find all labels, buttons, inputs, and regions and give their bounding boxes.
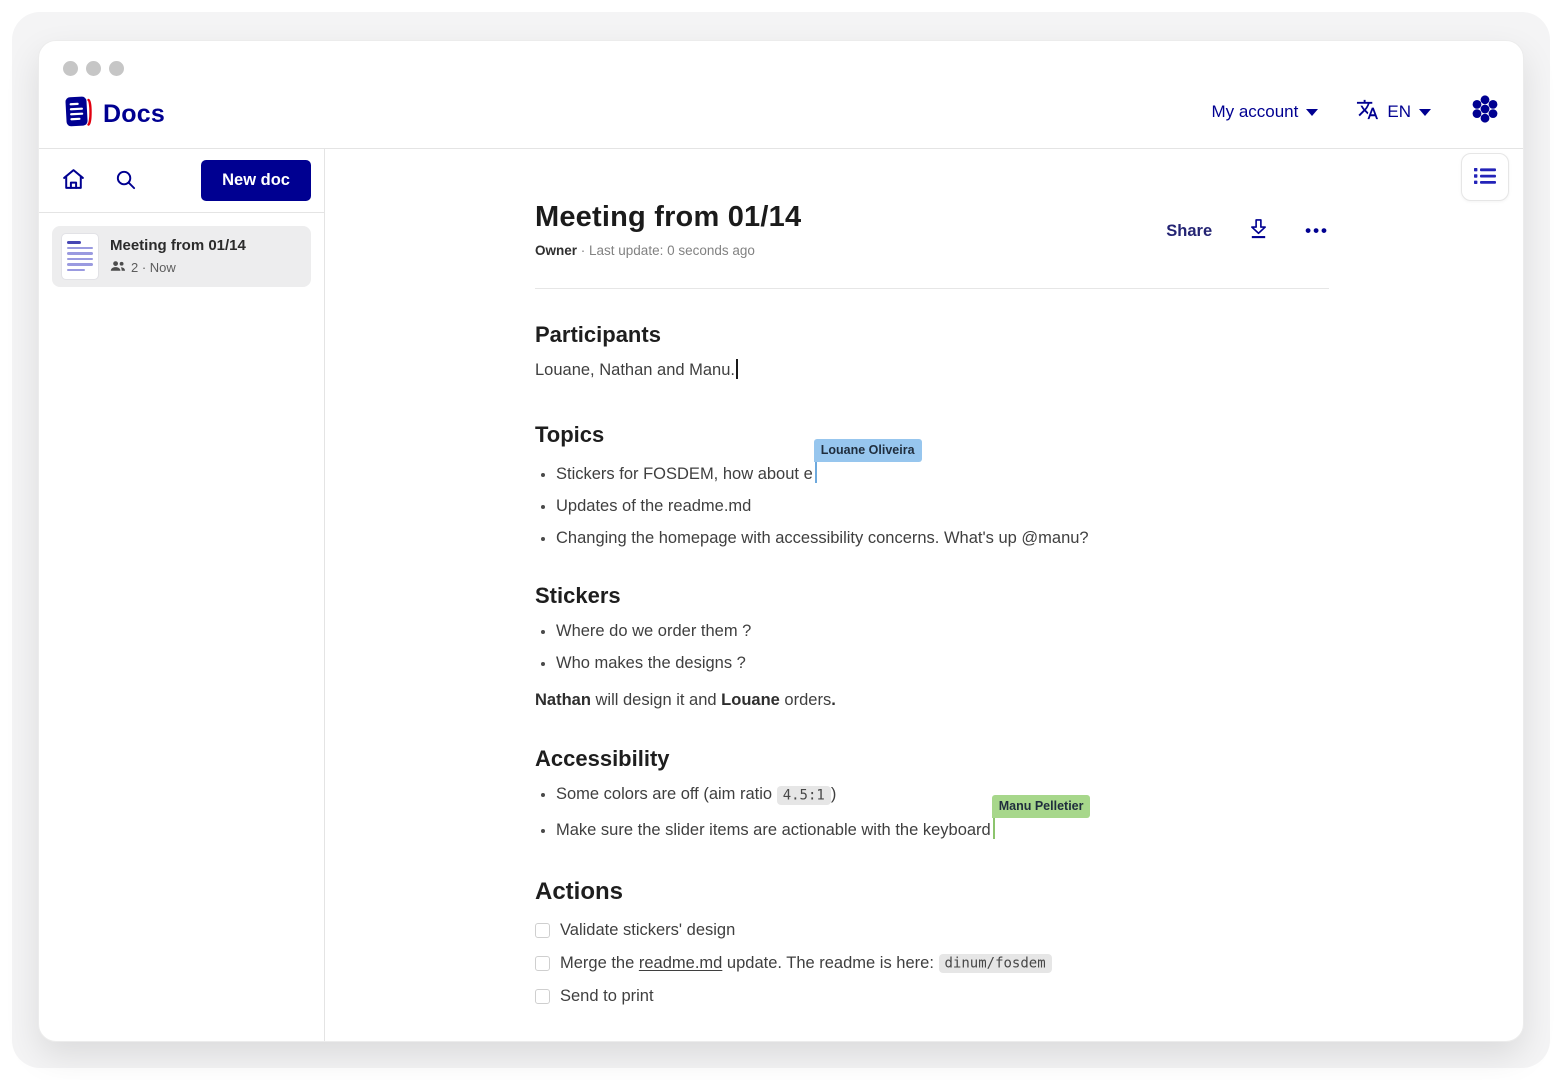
topics-list: Stickers for FOSDEM, how about eLouane O… — [535, 459, 1329, 551]
app-header: Docs My account EN — [39, 41, 1523, 149]
download-button[interactable] — [1248, 217, 1269, 245]
chevron-down-icon — [1306, 109, 1318, 116]
participants-text[interactable]: Louane, Nathan and Manu. — [535, 359, 1329, 383]
section-heading-next-meeting[interactable]: Next meeting — [535, 1040, 1329, 1042]
docs-logo-icon — [63, 95, 94, 134]
chevron-down-icon — [1419, 109, 1431, 116]
readme-link[interactable]: readme.md — [639, 954, 722, 972]
window-maximize-button[interactable] — [109, 61, 124, 76]
home-button[interactable] — [61, 167, 86, 195]
stickers-bullet-1[interactable]: Where do we order them ? — [556, 620, 1329, 644]
section-heading-stickers[interactable]: Stickers — [535, 580, 1329, 612]
collab-cursor-label: Louane Oliveira — [814, 439, 922, 462]
checkbox-unchecked[interactable] — [535, 989, 550, 1004]
app-body: New doc Meeting from 01/14 — [39, 149, 1523, 1042]
new-doc-button[interactable]: New doc — [201, 160, 311, 201]
translate-icon — [1356, 98, 1379, 126]
app-window: Docs My account EN — [38, 40, 1524, 1042]
inline-code: dinum/fosdem — [939, 954, 1052, 973]
collab-cursor-louane: Louane Oliveira — [815, 459, 817, 483]
section-heading-participants[interactable]: Participants — [535, 319, 1329, 351]
stickers-bullet-2[interactable]: Who makes the designs ? — [556, 652, 1329, 676]
document-list-item[interactable]: Meeting from 01/14 — [52, 226, 311, 287]
topics-bullet-3[interactable]: Changing the homepage with accessibility… — [556, 527, 1329, 551]
document-actions: Share ••• — [1166, 217, 1329, 245]
todo-item[interactable]: Merge the readme.md update. The readme i… — [535, 952, 1329, 976]
checkbox-unchecked[interactable] — [535, 956, 550, 971]
download-icon — [1248, 227, 1269, 244]
header-divider — [535, 288, 1329, 289]
header-right: My account EN — [1211, 93, 1501, 130]
document-editor[interactable]: Participants Louane, Nathan and Manu. To… — [535, 319, 1329, 1042]
owner-badge: Owner — [535, 243, 577, 258]
backdrop-surface: Docs My account EN — [12, 12, 1550, 1068]
list-icon — [1473, 165, 1497, 190]
app-logo[interactable]: Docs — [63, 95, 165, 134]
accessibility-bullet-2[interactable]: Make sure the slider items are actionabl… — [556, 815, 1329, 843]
search-button[interactable] — [114, 168, 137, 194]
todo-item[interactable]: Validate stickers' design — [535, 919, 1329, 943]
table-of-contents-button[interactable] — [1461, 153, 1509, 201]
section-heading-accessibility[interactable]: Accessibility — [535, 743, 1329, 775]
sidebar-toolbar: New doc — [39, 149, 324, 213]
search-icon — [114, 168, 137, 194]
todo-list: Validate stickers' design Merge the read… — [535, 919, 1329, 1009]
collab-cursor-label: Manu Pelletier — [992, 795, 1091, 818]
language-code: EN — [1387, 102, 1411, 122]
document-title-block: Meeting from 01/14 Owner · Last update: … — [535, 201, 801, 258]
stickers-note[interactable]: Nathan will design it and Louane orders. — [535, 689, 1329, 713]
topics-bullet-1[interactable]: Stickers for FOSDEM, how about eLouane O… — [556, 459, 1329, 487]
document-title[interactable]: Meeting from 01/14 — [535, 201, 801, 234]
window-close-button[interactable] — [63, 61, 78, 76]
section-heading-actions[interactable]: Actions — [535, 875, 1329, 910]
checkbox-unchecked[interactable] — [535, 923, 550, 938]
window-minimize-button[interactable] — [86, 61, 101, 76]
sidebar: New doc Meeting from 01/14 — [39, 149, 325, 1042]
document-view: Meeting from 01/14 Owner · Last update: … — [325, 149, 1329, 1042]
more-options-button[interactable]: ••• — [1305, 221, 1329, 241]
document-item-text: Meeting from 01/14 — [110, 237, 246, 276]
home-icon — [61, 167, 86, 195]
desktop-background: Docs My account EN — [0, 0, 1562, 1080]
apps-grid-icon — [1469, 93, 1501, 130]
document-item-title: Meeting from 01/14 — [110, 237, 246, 254]
document-list: Meeting from 01/14 — [39, 213, 324, 300]
apps-gaufre-button[interactable] — [1469, 93, 1501, 130]
todo-item[interactable]: Send to print — [535, 985, 1329, 1009]
last-update-text: · Last update: 0 seconds ago — [577, 243, 755, 258]
inline-code: 4.5:1 — [777, 786, 831, 805]
members-icon — [110, 259, 126, 276]
document-header: Meeting from 01/14 Owner · Last update: … — [535, 201, 1329, 258]
document-thumbnail-icon — [61, 233, 99, 280]
app-name: Docs — [103, 100, 165, 129]
window-controls — [63, 61, 124, 76]
accessibility-list: Some colors are off (aim ratio 4.5:1) Ma… — [535, 783, 1329, 843]
document-item-meta: 2 · Now — [131, 260, 176, 275]
main-panel: Meeting from 01/14 Owner · Last update: … — [325, 149, 1523, 1042]
text-cursor — [736, 359, 738, 379]
accessibility-bullet-1[interactable]: Some colors are off (aim ratio 4.5:1) — [556, 783, 1329, 807]
my-account-menu[interactable]: My account — [1211, 102, 1318, 122]
language-selector[interactable]: EN — [1356, 98, 1431, 126]
share-button[interactable]: Share — [1166, 222, 1212, 241]
document-meta: Owner · Last update: 0 seconds ago — [535, 243, 801, 258]
section-heading-topics[interactable]: Topics — [535, 419, 1329, 451]
topics-bullet-2[interactable]: Updates of the readme.md — [556, 495, 1329, 519]
collab-cursor-manu: Manu Pelletier — [993, 815, 995, 839]
my-account-label: My account — [1211, 102, 1298, 122]
stickers-list: Where do we order them ? Who makes the d… — [535, 620, 1329, 676]
